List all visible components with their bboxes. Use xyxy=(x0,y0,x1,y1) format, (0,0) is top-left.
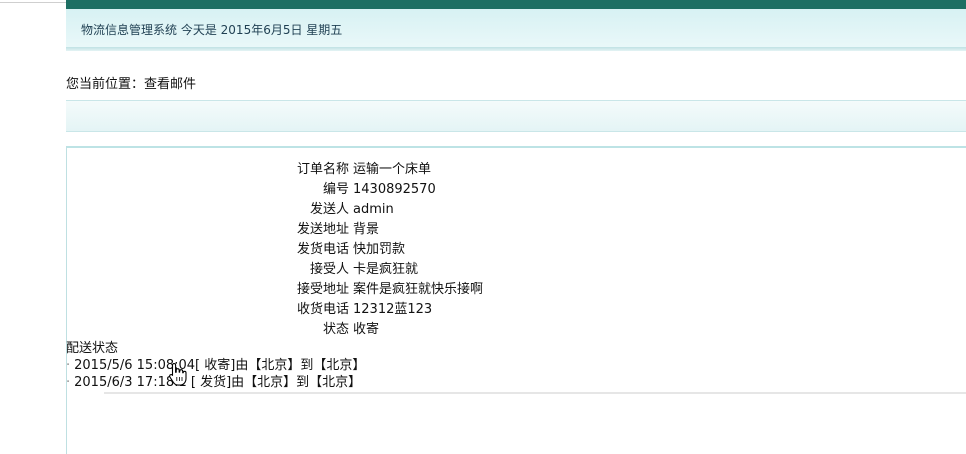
bottom-divider xyxy=(104,392,966,394)
detail-row-receive-address: 接受地址 案件是疯狂就快乐接啊 xyxy=(230,278,483,298)
hand-pointer-icon xyxy=(169,362,187,386)
breadcrumb-current: 查看邮件 xyxy=(144,77,197,92)
header-bar: 物流信息管理系统 今天是 2015年6月5日 星期五 xyxy=(66,9,966,47)
detail-label: 状态 xyxy=(322,322,349,337)
detail-value: 1430892570 xyxy=(353,182,436,197)
delivery-status-item: · 2015/6/3 17:18:1 [ 发货]由【北京】到【北京】 xyxy=(66,371,361,390)
delivery-status-text: 2015/6/3 17:18:1 [ 发货]由【北京】到【北京】 xyxy=(74,375,362,390)
detail-label: 接受地址 xyxy=(296,282,349,297)
detail-row-number: 编号 1430892570 xyxy=(230,178,436,198)
breadcrumb: 您当前位置：查看邮件 xyxy=(66,73,196,92)
detail-label: 接受人 xyxy=(309,262,349,277)
detail-label: 发货电话 xyxy=(296,242,349,257)
top-left-divider xyxy=(0,2,66,3)
detail-row-receive-phone: 收货电话 12312蓝123 xyxy=(230,298,432,318)
header-title: 物流信息管理系统 今天是 2015年6月5日 星期五 xyxy=(81,21,342,38)
detail-label: 订单名称 xyxy=(296,162,349,177)
detail-row-send-phone: 发货电话 快加罚款 xyxy=(230,238,405,258)
detail-value: admin xyxy=(353,202,394,217)
breadcrumb-label: 您当前位置： xyxy=(66,77,145,92)
detail-value: 卡是疯狂就 xyxy=(353,262,419,277)
detail-label: 发送地址 xyxy=(296,222,349,237)
detail-row-order-name: 订单名称 运输一个床单 xyxy=(230,158,431,178)
detail-value: 快加罚款 xyxy=(353,242,406,257)
bullet: · xyxy=(66,375,71,390)
detail-label: 发送人 xyxy=(309,202,349,217)
detail-value: 收寄 xyxy=(353,322,380,337)
detail-value: 案件是疯狂就快乐接啊 xyxy=(353,282,484,297)
panel-left-border xyxy=(66,146,67,454)
panel-header-band xyxy=(66,100,966,132)
system-title: 物流信息管理系统 xyxy=(81,23,178,37)
detail-label: 收货电话 xyxy=(296,302,349,317)
header-underline xyxy=(66,47,966,51)
detail-value: 背景 xyxy=(353,222,380,237)
detail-row-receiver: 接受人 卡是疯狂就 xyxy=(230,258,418,278)
detail-row-sender: 发送人 admin xyxy=(230,198,394,218)
detail-row-send-address: 发送地址 背景 xyxy=(230,218,379,238)
panel-divider xyxy=(66,146,966,148)
top-accent-bar xyxy=(66,0,966,9)
detail-row-status: 状态 收寄 xyxy=(230,318,379,338)
detail-value: 12312蓝123 xyxy=(353,302,433,317)
detail-label: 编号 xyxy=(322,182,349,197)
detail-value: 运输一个床单 xyxy=(353,162,432,177)
date-text: 今天是 2015年6月5日 星期五 xyxy=(180,23,343,37)
